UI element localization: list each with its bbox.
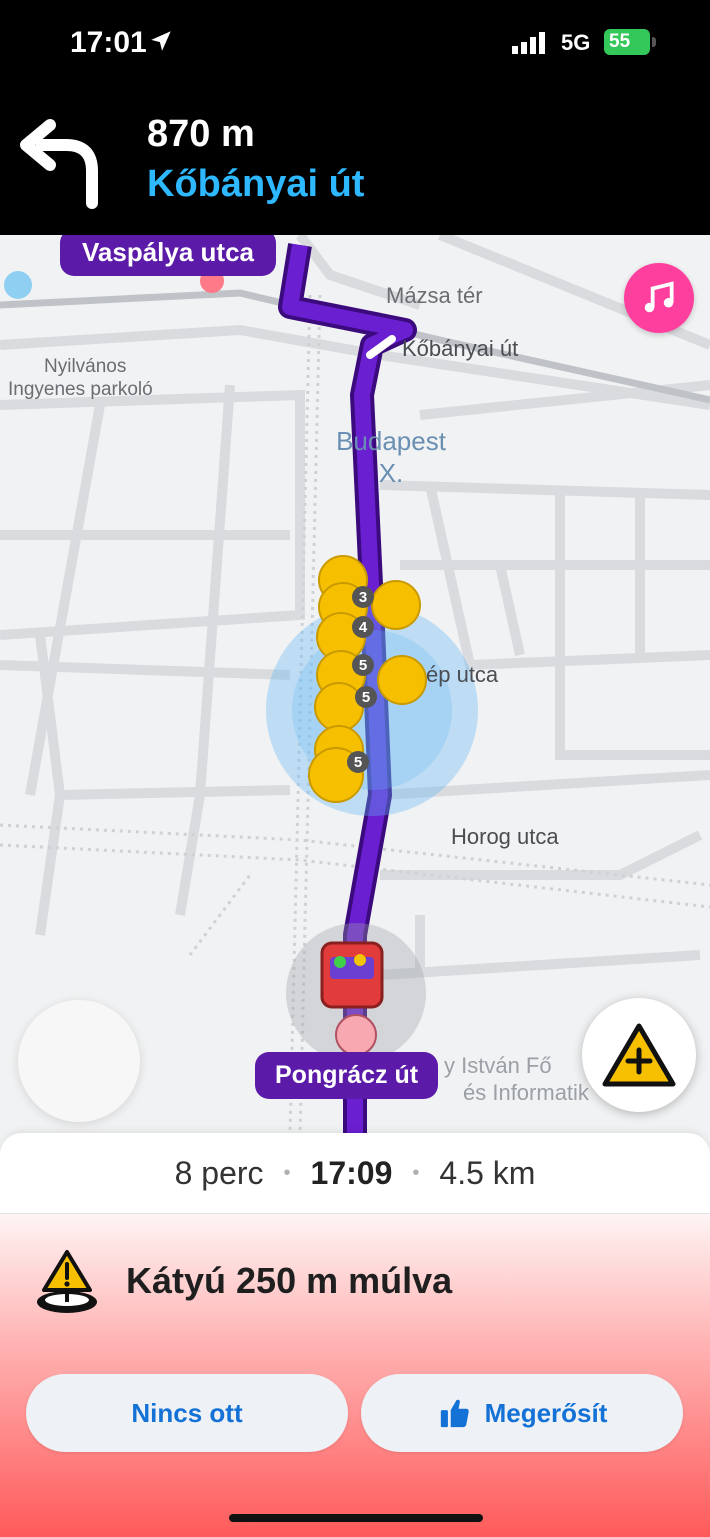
pothole-warning-icon	[37, 1250, 97, 1313]
street-label-vaspalya: Vaspálya utca	[60, 235, 276, 276]
map-label-mazsa: Mázsa tér	[386, 283, 483, 308]
trip-duration: 8 perc	[174, 1154, 264, 1191]
parking-label-line1: Nyilvános	[44, 356, 127, 377]
status-bar: 17:01 5G 55	[0, 0, 710, 85]
report-hazard-icon	[602, 1023, 676, 1087]
battery-icon	[652, 37, 656, 47]
turn-distance: 870 m	[147, 113, 255, 155]
status-time: 17:01	[70, 26, 147, 59]
map-label-kobanyai: Kőbányai út	[402, 336, 519, 361]
report-button[interactable]	[582, 998, 696, 1112]
music-button[interactable]	[624, 263, 694, 333]
map-label-kep-utca: ép utca	[426, 662, 499, 687]
school-label-line1: y István Fő	[444, 1053, 552, 1078]
district-label-line1: Budapest	[336, 426, 446, 456]
thumbs-up-icon	[440, 1399, 469, 1428]
network-type: 5G	[561, 30, 591, 55]
turn-street: Kőbányai út	[147, 163, 365, 205]
alert-message: Kátyú 250 m múlva	[126, 1260, 453, 1301]
district-label: Budapest X.	[324, 425, 458, 489]
parking-label-line2: Ingyenes parkoló	[8, 379, 153, 400]
separator-dot: •	[412, 1161, 420, 1184]
battery-level: 55	[604, 29, 650, 55]
map-view[interactable]: 3 4 5 5 5 Vaspálya utca Mázsa tér Kőbány…	[0, 235, 710, 1135]
hazard-count: 5	[359, 657, 367, 674]
not-there-button[interactable]: Nincs ott	[26, 1374, 348, 1452]
turn-left-icon	[20, 119, 98, 209]
not-there-label: Nincs ott	[131, 1397, 243, 1428]
navigation-instruction[interactable]: 870 m Kőbányai út	[0, 85, 710, 235]
hazard-count: 4	[359, 619, 368, 636]
separator-dot: •	[283, 1161, 291, 1184]
current-street-label: Pongrácz út	[255, 1052, 439, 1099]
hazard-count: 5	[362, 689, 370, 706]
confirm-button[interactable]: Megerősít	[361, 1374, 683, 1452]
signal-icon	[512, 32, 545, 54]
district-label-line2: X.	[378, 458, 404, 488]
hazard-count: 3	[359, 589, 367, 606]
school-label-line2: és Informatik	[463, 1080, 589, 1105]
location-arrow-icon	[151, 31, 171, 51]
trip-eta: 17:09	[310, 1154, 393, 1191]
confirm-label: Megerősít	[484, 1397, 608, 1428]
music-icon	[644, 281, 674, 313]
hazard-alert-panel: Kátyú 250 m múlva Nincs ott Megerősít	[0, 1213, 710, 1537]
home-indicator[interactable]	[229, 1514, 483, 1522]
recenter-button[interactable]	[18, 1000, 140, 1122]
map-label-horog-utca: Horog utca	[451, 824, 559, 849]
trip-summary[interactable]: 8 perc • 17:09 • 4.5 km	[0, 1133, 710, 1213]
trip-distance: 4.5 km	[439, 1154, 536, 1191]
hazard-count: 5	[354, 754, 362, 771]
